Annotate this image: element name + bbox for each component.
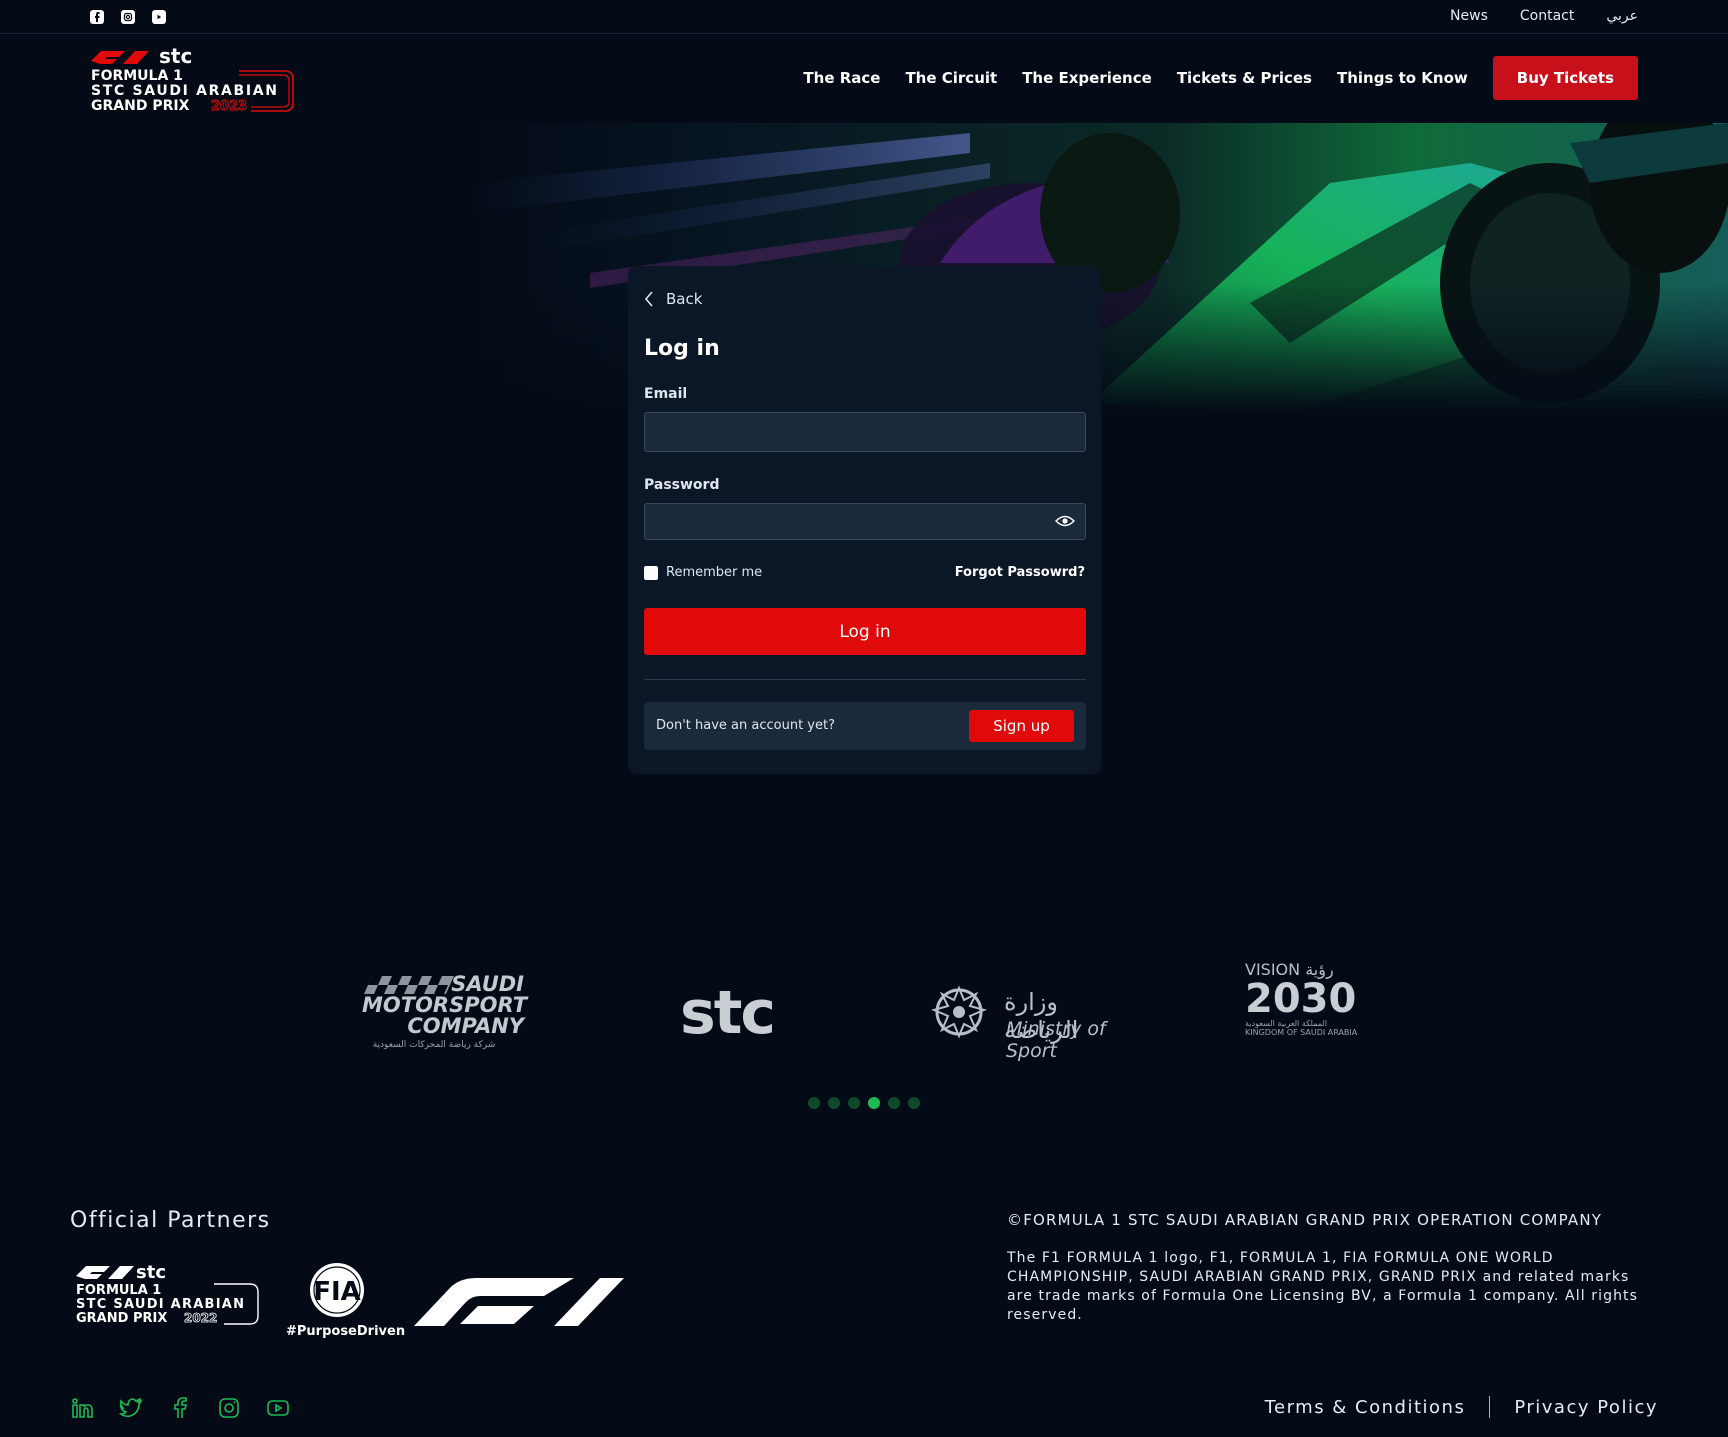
fia-partner-logo[interactable]: FIA #PurposeDriven [286, 1262, 406, 1342]
svg-text:2023: 2023 [211, 99, 247, 113]
carousel-dot[interactable] [908, 1097, 920, 1109]
vision-year: 2030 [1245, 976, 1357, 1022]
carousel-dot[interactable] [828, 1097, 840, 1109]
no-account-text: Don't have an account yet? [656, 718, 835, 733]
saudi-motorsport-company-logo[interactable]: SAUDI MOTORSPORT COMPANY شركة رياضة المح… [354, 960, 528, 1060]
signup-box: Don't have an account yet? Sign up [644, 702, 1086, 750]
official-partners-title: Official Partners [70, 1208, 271, 1233]
ministry-emblem-icon [931, 985, 987, 1039]
privacy-link[interactable]: Privacy Policy [1514, 1397, 1658, 1418]
password-label: Password [644, 477, 720, 493]
top-links: News Contact عربي [1450, 8, 1638, 24]
svg-text:STC SAUDI ARABIAN: STC SAUDI ARABIAN [76, 1297, 244, 1312]
svg-text:FORMULA 1: FORMULA 1 [76, 1283, 161, 1298]
buy-tickets-button[interactable]: Buy Tickets [1492, 56, 1638, 100]
svg-text:FIA: FIA [313, 1277, 361, 1307]
fia-tagline: #PurposeDriven [286, 1324, 406, 1339]
main-header: stc FORMULA 1 STC SAUDI ARABIAN GRAND PR… [0, 35, 1728, 123]
svg-text:stc: stc [159, 47, 192, 68]
ministry-of-sport-logo[interactable]: وزارة الرياضة Ministry of Sport [926, 960, 1131, 1062]
remember-checkbox[interactable] [644, 565, 658, 580]
smc-line3: COMPANY [407, 1014, 524, 1038]
login-card: Back Log in Email Password Remember me F… [628, 266, 1101, 774]
f1-partner-logo[interactable] [414, 1276, 624, 1326]
login-title: Log in [644, 336, 720, 361]
remember-label: Remember me [666, 565, 763, 580]
twitter-icon[interactable] [119, 1396, 143, 1420]
grand-prix-2022-partner-logo[interactable]: stc FORMULA 1 STC SAUDI ARABIAN GRAND PR… [74, 1262, 260, 1332]
smc-line2: MOTORSPORT [362, 993, 528, 1017]
carousel-dot[interactable] [868, 1097, 880, 1109]
contact-link[interactable]: Contact [1520, 8, 1574, 24]
nav-the-experience[interactable]: The Experience [1022, 69, 1152, 87]
ministry-english: Ministry of Sport [1006, 1018, 1106, 1062]
eye-icon[interactable] [1055, 513, 1075, 529]
sponsor-carousel: SAUDI MOTORSPORT COMPANY شركة رياضة المح… [0, 960, 1728, 1062]
vision-kingdom: KINGDOM OF SAUDI ARABIA [1245, 1028, 1358, 1037]
login-button[interactable]: Log in [644, 608, 1086, 655]
svg-text:FORMULA 1: FORMULA 1 [91, 68, 183, 84]
checkered-flag-icon [364, 976, 454, 994]
email-field[interactable] [644, 412, 1086, 452]
legal-text: The F1 FORMULA 1 logo, F1, FORMULA 1, FI… [1007, 1250, 1639, 1323]
smc-line1: SAUDI [451, 972, 524, 996]
carousel-dot[interactable] [808, 1097, 820, 1109]
forgot-password-link[interactable]: Forgot Passowrd? [955, 565, 1085, 580]
utility-bar: News Contact عربي [0, 0, 1728, 34]
instagram-icon[interactable] [217, 1396, 241, 1420]
main-nav: The Race The Circuit The Experience Tick… [803, 56, 1638, 100]
carousel-dot[interactable] [888, 1097, 900, 1109]
nav-the-circuit[interactable]: The Circuit [905, 69, 997, 87]
back-label: Back [666, 290, 703, 308]
facebook-icon[interactable] [90, 10, 104, 24]
divider [644, 679, 1086, 680]
chevron-left-icon [644, 291, 653, 307]
stc-logo[interactable]: stc [680, 978, 776, 1078]
smc-arabic: شركة رياضة المحركات السعودية [372, 1040, 496, 1050]
instagram-icon[interactable] [121, 10, 135, 24]
youtube-icon[interactable] [152, 10, 166, 24]
svg-text:GRAND PRIX: GRAND PRIX [76, 1311, 167, 1326]
footer-social-links [70, 1396, 290, 1420]
footer-link-separator [1489, 1396, 1491, 1418]
saudi-grand-prix-logo[interactable]: stc FORMULA 1 STC SAUDI ARABIAN GRAND PR… [89, 47, 297, 113]
language-switch-arabic[interactable]: عربي [1606, 8, 1638, 24]
email-label: Email [644, 386, 688, 402]
signup-button[interactable]: Sign up [969, 710, 1074, 742]
fia-globe-icon: FIA [310, 1263, 364, 1317]
news-link[interactable]: News [1450, 8, 1488, 24]
password-field[interactable] [644, 503, 1086, 540]
top-social-links [90, 10, 166, 24]
nav-things-to-know[interactable]: Things to Know [1337, 69, 1468, 87]
svg-text:GRAND PRIX: GRAND PRIX [91, 98, 190, 113]
svg-text:2022: 2022 [184, 1311, 217, 1325]
carousel-dot[interactable] [848, 1097, 860, 1109]
remember-me[interactable]: Remember me [644, 565, 762, 580]
youtube-icon[interactable] [266, 1396, 290, 1420]
svg-text:stc: stc [136, 1262, 166, 1283]
terms-link[interactable]: Terms & Conditions [1265, 1397, 1466, 1418]
vision-2030-logo[interactable]: VISION رؤية 2030 المملكة العربية السعودي… [1245, 960, 1363, 1060]
svg-text:STC SAUDI ARABIAN: STC SAUDI ARABIAN [91, 83, 277, 99]
carousel-dots [808, 1097, 920, 1109]
nav-tickets-prices[interactable]: Tickets & Prices [1177, 69, 1312, 87]
linkedin-icon[interactable] [70, 1396, 94, 1420]
footer-links: Terms & Conditions Privacy Policy [1265, 1396, 1658, 1418]
back-button[interactable]: Back [644, 290, 702, 308]
copyright-text: ©FORMULA 1 STC SAUDI ARABIAN GRAND PRIX … [1007, 1211, 1603, 1229]
facebook-icon[interactable] [168, 1396, 192, 1420]
nav-the-race[interactable]: The Race [803, 69, 880, 87]
